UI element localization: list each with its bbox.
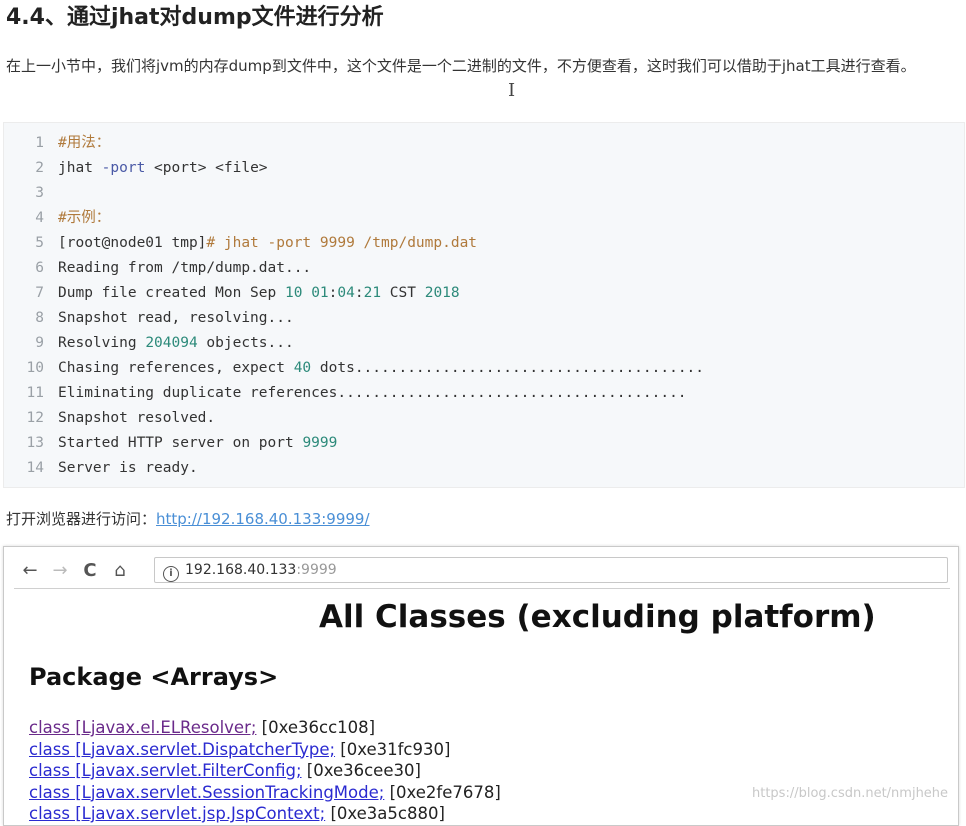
code-line: 5 [root@node01 tmp]# jhat -port 9999 /tmp… [4,231,964,256]
code-token: objects... [197,335,294,351]
code-line: 3 [4,181,964,206]
code-line: 6 Reading from /tmp/dump.dat... [4,256,964,281]
code-token: -port [101,160,146,176]
access-link[interactable]: http://192.168.40.133:9999/ [156,510,370,528]
class-list-item: class [Ljavax.servlet.FilterConfig; [0xe… [29,760,501,782]
access-line: 打开浏览器进行访问：http://192.168.40.133:9999/ [6,506,370,532]
code-token: Started HTTP server on port [58,435,303,451]
line-number: 11 [26,385,44,401]
code-token: Reading from /tmp/dump.dat... [58,260,312,276]
class-address: [0xe2fe7678] [384,782,501,802]
code-line: 7 Dump file created Mon Sep 10 01:04:21 C… [4,281,964,306]
section-heading: 4.4、通过jhat对dump文件进行分析 [6,5,384,30]
code-block: 1 #用法： 2 jhat -port <port> <file> 3 4 #示例： 5 [ro… [3,122,965,488]
code-token: jhat [58,160,102,176]
class-list: class [Ljavax.el.ELResolver; [0xe36cc108… [29,717,501,825]
code-token: #用法： [58,135,111,151]
back-icon[interactable]: ← [18,558,42,584]
code-line: 2 jhat -port <port> <file> [4,156,964,181]
code-line: 12 Snapshot resolved. [4,406,964,431]
package-title: Package <Arrays> [29,663,279,691]
line-number: 13 [26,435,44,451]
line-number: 9 [35,335,44,351]
class-address: [0xe31fc930] [335,739,451,759]
line-number: 8 [35,310,44,326]
code-token: # jhat -port 9999 /tmp/dump.dat [206,235,478,251]
code-token: 40 [293,360,312,376]
code-token: Eliminating duplicate references........… [58,385,687,401]
code-token: Snapshot read, resolving... [58,310,294,326]
code-line: 13 Started HTTP server on port 9999 [4,431,964,456]
code-line: 1 #用法： [4,131,964,156]
forward-icon[interactable]: → [48,558,72,584]
browser-screenshot: ← → C ⌂ i 192.168.40.133:9999 All Classes… [3,546,959,826]
home-icon[interactable]: ⌂ [108,558,132,584]
access-label: 打开浏览器进行访问： [6,510,157,528]
info-icon[interactable]: i [163,566,179,582]
code-token: Resolving [58,335,146,351]
code-token: 204094 [145,335,198,351]
code-token: 04 [337,285,355,301]
watermark: https://blog.csdn.net/nmjhehe [752,786,949,801]
intro-paragraph: 在上一小节中，我们将jvm的内存dump到文件中，这个文件是一个二进制的文件，不… [6,57,916,75]
code-line: 9 Resolving 204094 objects... [4,331,964,356]
code-token: 01 [311,285,329,301]
line-number: 1 [35,135,44,151]
browser-toolbar: ← → C ⌂ i 192.168.40.133:9999 [14,554,950,589]
line-number: 3 [35,185,44,201]
code-token: dots....................................… [311,360,705,376]
code-line: 10 Chasing references, expect 40 dots....… [4,356,964,381]
class-link[interactable]: class [Ljavax.servlet.SessionTrackingMod… [29,783,384,802]
url-port: :9999 [296,562,337,578]
line-number: 5 [35,235,44,251]
code-token: #示例： [58,210,111,226]
code-token: 9999 [302,435,338,451]
code-token: 21 [363,285,382,301]
code-token: CST [381,285,425,301]
url-host: 192.168.40.133 [185,562,297,578]
line-number: 10 [26,360,44,376]
code-token: Chasing references, expect [58,360,294,376]
line-number: 2 [35,160,44,176]
class-list-item: class [Ljavax.servlet.SessionTrackingMod… [29,782,501,804]
class-address: [0xe36cc108] [256,718,376,737]
code-token: [root@node01 tmp] [58,235,207,251]
code-token: 10 [284,285,303,301]
class-link[interactable]: class [Ljavax.servlet.DispatcherType; [29,740,335,759]
code-line: 4 #示例： [4,206,964,231]
code-token: 2018 [424,285,460,301]
line-number: 6 [35,260,44,276]
code-token: <port> <file> [145,160,268,176]
code-token: Dump file created Mon Sep [58,285,285,301]
line-number: 14 [26,460,44,476]
class-link[interactable]: class [Ljavax.servlet.FilterConfig; [29,761,302,780]
line-number: 7 [35,285,44,301]
class-list-item: class [Ljavax.servlet.DispatcherType; [0… [29,739,501,761]
code-line: 8 Snapshot read, resolving... [4,306,964,331]
code-line: 11 Eliminating duplicate references......… [4,381,964,406]
class-list-item: class [Ljavax.el.ELResolver; [0xe36cc108… [29,717,501,739]
text-cursor-icon: I [508,80,516,101]
class-address: [0xe36cee30] [301,761,421,780]
reload-icon[interactable]: C [78,558,102,584]
address-bar[interactable]: i 192.168.40.133:9999 [154,557,948,583]
code-token: : [354,285,364,301]
code-token: Server is ready. [58,460,198,476]
line-number: 12 [26,410,44,426]
class-link[interactable]: class [Ljavax.el.ELResolver; [29,718,256,737]
code-line: 14 Server is ready. [4,456,964,481]
code-token: Snapshot resolved. [58,410,216,426]
page-title: All Classes (excluding platform) [319,599,876,635]
line-number: 4 [35,210,44,226]
